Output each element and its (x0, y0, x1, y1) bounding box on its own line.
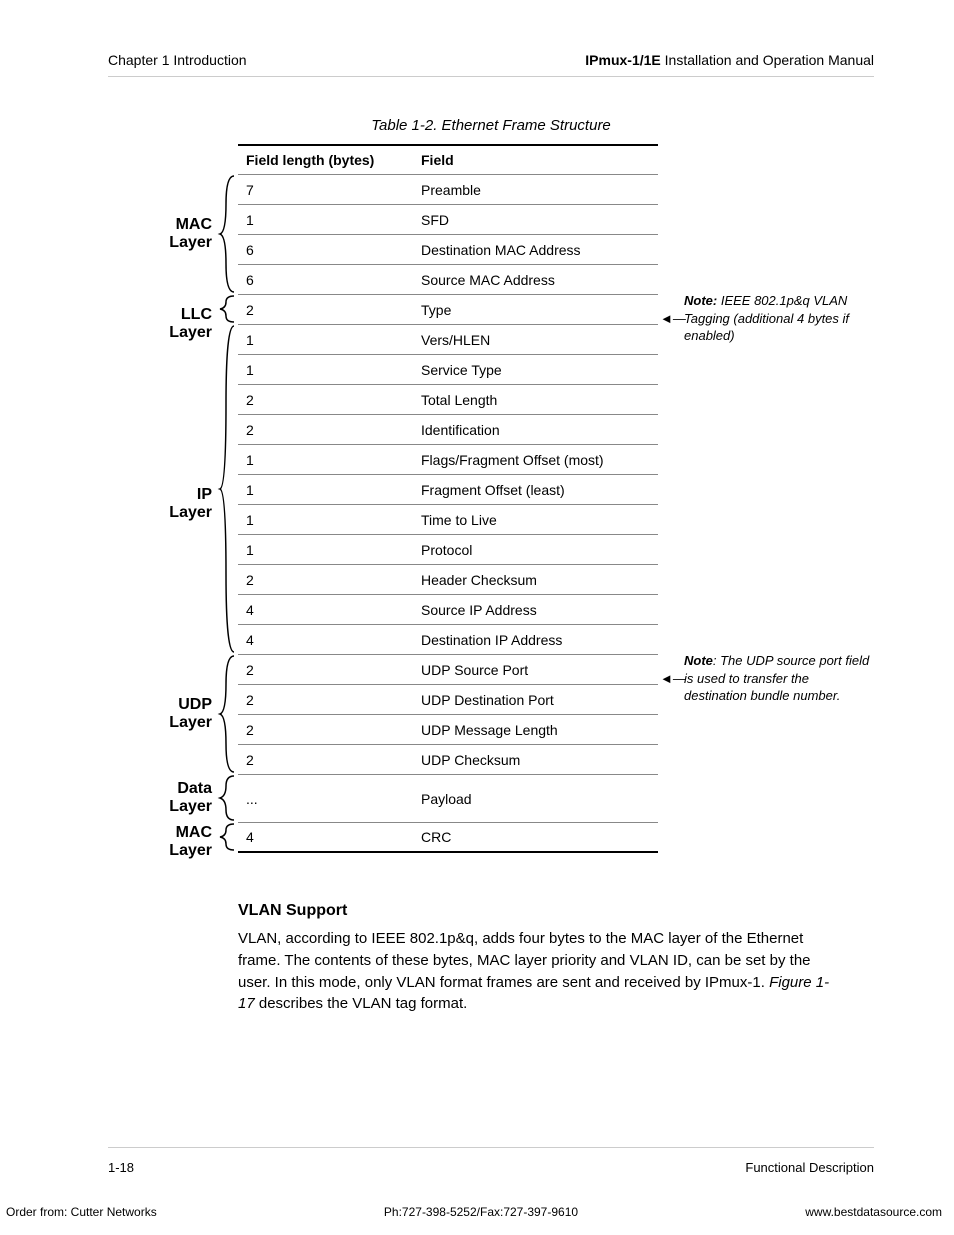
table-row: 1Protocol (238, 535, 658, 565)
col-header-length: Field length (bytes) (238, 146, 413, 174)
table-row: 4CRC (238, 823, 658, 853)
layer-label-mac: MACLayer (169, 216, 216, 253)
header-right-bold: IPmux-1/1E (585, 52, 660, 68)
brace-icon (216, 174, 238, 294)
order-from: Order from: Cutter Networks (6, 1205, 157, 1219)
note-label: Note (684, 653, 713, 668)
frame-structure-diagram: MACLayer LLCLayer IPLayer UDPLayer (108, 144, 874, 862)
footer-section-title: Functional Description (745, 1160, 874, 1175)
table-row: 2UDP Destination Port (238, 685, 658, 715)
table-row: 2Header Checksum (238, 565, 658, 595)
layer-label-data: DataLayer (169, 780, 216, 817)
table-row: 4Destination IP Address (238, 625, 658, 655)
table-row: 1Flags/Fragment Offset (most) (238, 445, 658, 475)
table-row: 1SFD (238, 205, 658, 235)
table-header-row: Field length (bytes) Field (238, 144, 658, 175)
table-row: 2UDP Message Length (238, 715, 658, 745)
layer-label-mac2: MACLayer (169, 824, 216, 861)
header-left: Chapter 1 Introduction (108, 52, 247, 68)
table-row: 6Source MAC Address (238, 265, 658, 295)
header-right: IPmux-1/1E Installation and Operation Ma… (585, 52, 874, 68)
layer-data: DataLayer (169, 774, 238, 822)
section-paragraph: VLAN, according to IEEE 802.1p&q, adds f… (238, 928, 838, 1015)
brace-icon (216, 822, 238, 862)
section-heading-vlan: VLAN Support (238, 902, 874, 920)
brace-icon (216, 654, 238, 774)
layer-labels-column: MACLayer LLCLayer IPLayer UDPLayer (108, 144, 238, 862)
table-row: ...Payload (238, 775, 658, 823)
order-website: www.bestdatasource.com (805, 1205, 942, 1219)
table-row: 2Type (238, 295, 658, 325)
page-footer: 1-18 Functional Description (108, 1147, 874, 1175)
document-page: Chapter 1 Introduction IPmux-1/1E Instal… (0, 0, 954, 1235)
col-header-field: Field (413, 146, 658, 174)
page-number: 1-18 (108, 1160, 134, 1175)
layer-label-ip: IPLayer (169, 486, 216, 523)
header-right-rest: Installation and Operation Manual (661, 52, 874, 68)
brace-icon (216, 354, 238, 654)
note-vlan: ◄— Note: IEEE 802.1p&q VLAN Tagging (add… (684, 292, 874, 345)
note-udp-port: ◄— Note: The UDP source port field is us… (684, 652, 874, 705)
table-row: 4Source IP Address (238, 595, 658, 625)
table-row: 1Time to Live (238, 505, 658, 535)
table-caption: Table 1-2. Ethernet Frame Structure (108, 117, 874, 134)
arrow-left-icon: ◄— (660, 310, 686, 328)
page-header: Chapter 1 Introduction IPmux-1/1E Instal… (108, 52, 874, 77)
table-row: 2UDP Checksum (238, 745, 658, 775)
frame-table: Field length (bytes) Field 7Preamble 1SF… (238, 144, 658, 853)
layer-ip: IPLayer (169, 354, 238, 654)
para-text-b: describes the VLAN tag format. (255, 995, 468, 1012)
layer-mac: MACLayer (169, 174, 238, 294)
table-row: 1Fragment Offset (least) (238, 475, 658, 505)
table-row: 7Preamble (238, 175, 658, 205)
table-row: 1Vers/HLEN (238, 325, 658, 355)
layer-label-udp: UDPLayer (169, 696, 216, 733)
table-row: 6Destination MAC Address (238, 235, 658, 265)
layer-mac2: MACLayer (169, 822, 238, 862)
brace-icon (216, 774, 238, 822)
order-info-line: Order from: Cutter Networks Ph:727-398-5… (0, 1205, 954, 1219)
layer-udp: UDPLayer (169, 654, 238, 774)
order-phone: Ph:727-398-5252/Fax:727-397-9610 (384, 1205, 578, 1219)
layer-label-llc: LLCLayer (169, 306, 216, 343)
table-row: 2Total Length (238, 385, 658, 415)
note-label: Note: (684, 293, 717, 308)
table-row: 1Service Type (238, 355, 658, 385)
table-row: 2UDP Source Port (238, 655, 658, 685)
arrow-left-icon: ◄— (660, 670, 686, 688)
table-row: 2Identification (238, 415, 658, 445)
para-text-a: VLAN, according to IEEE 802.1p&q, adds f… (238, 930, 811, 991)
